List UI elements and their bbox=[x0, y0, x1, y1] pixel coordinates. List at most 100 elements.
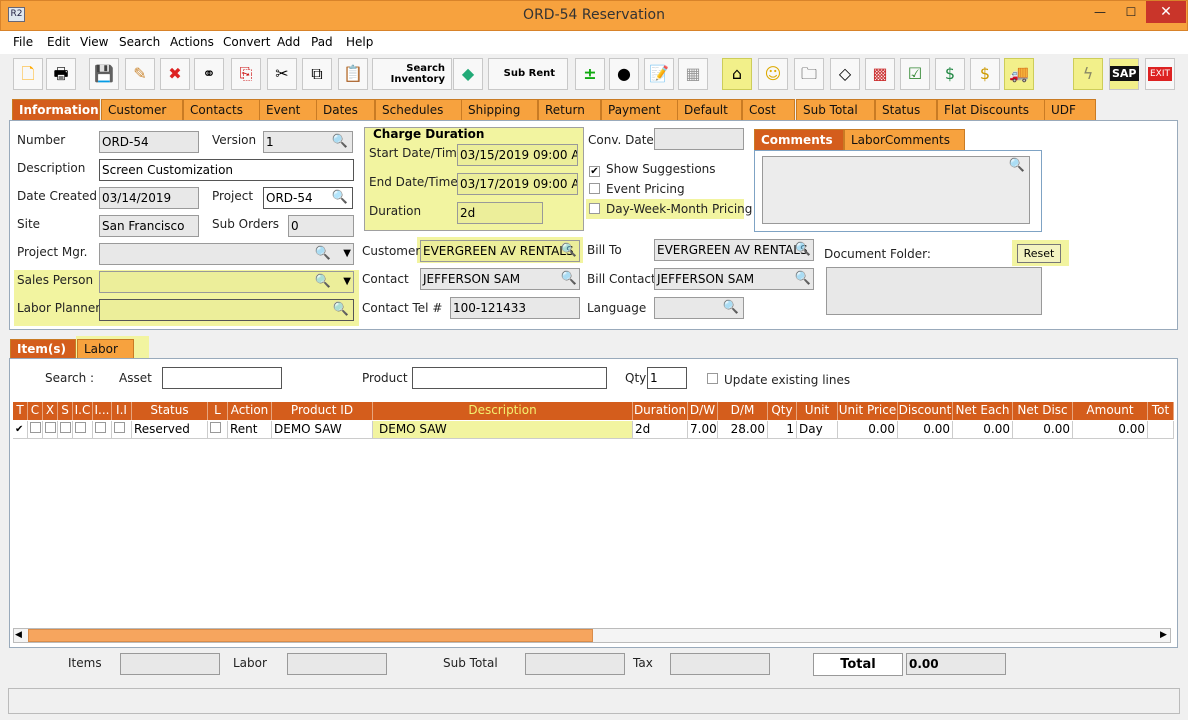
col-t[interactable]: T bbox=[13, 402, 28, 420]
sales-person-field[interactable]: 🔍 ▼ bbox=[99, 271, 354, 293]
tab-default[interactable]: Default bbox=[677, 99, 742, 120]
menu-add[interactable]: Add bbox=[277, 35, 300, 49]
close-button[interactable]: ✕ bbox=[1146, 1, 1186, 23]
row-i2-checkbox[interactable] bbox=[93, 421, 112, 439]
col-description[interactable]: Description bbox=[373, 402, 633, 420]
menu-pad[interactable]: Pad bbox=[311, 35, 333, 49]
search-icon[interactable]: 🔍 bbox=[333, 300, 349, 320]
form-edit-icon[interactable]: ☑ bbox=[900, 58, 930, 90]
col-duration[interactable]: Duration bbox=[633, 402, 688, 420]
exit-button[interactable]: EXIT bbox=[1145, 58, 1175, 90]
row-l-checkbox[interactable] bbox=[208, 421, 228, 439]
row-s-checkbox[interactable] bbox=[58, 421, 73, 439]
row-ic-checkbox[interactable] bbox=[73, 421, 93, 439]
labor-planner-field[interactable]: 🔍 bbox=[99, 299, 354, 321]
search-icon[interactable]: 🔍 bbox=[795, 269, 811, 289]
event-pricing-checkbox[interactable] bbox=[589, 183, 600, 197]
project-mgr-field[interactable]: 🔍 ▼ bbox=[99, 243, 354, 265]
save-icon[interactable]: 💾 bbox=[89, 58, 119, 90]
col-qty[interactable]: Qty bbox=[768, 402, 797, 420]
tab-comments[interactable]: Comments bbox=[754, 129, 844, 150]
row-c-checkbox[interactable] bbox=[28, 421, 43, 439]
row-dm[interactable]: 28.00 bbox=[718, 421, 768, 439]
contact-field[interactable]: JEFFERSON SAM 🔍 bbox=[420, 268, 580, 290]
tab-event[interactable]: Event bbox=[259, 99, 317, 120]
search-icon[interactable]: 🔍 bbox=[795, 240, 811, 260]
row-discount[interactable]: 0.00 bbox=[898, 421, 953, 439]
search-icon[interactable]: 🔍 bbox=[315, 244, 331, 264]
col-action[interactable]: Action bbox=[228, 402, 272, 420]
tab-cost[interactable]: Cost bbox=[742, 99, 795, 120]
col-unit[interactable]: Unit bbox=[797, 402, 838, 420]
tab-udf[interactable]: UDF bbox=[1044, 99, 1096, 120]
labor-field[interactable] bbox=[287, 653, 387, 675]
tab-customer[interactable]: Customer bbox=[101, 99, 183, 120]
col-l[interactable]: L bbox=[208, 402, 228, 420]
duration-field[interactable]: 2d bbox=[457, 202, 543, 224]
sap-button[interactable]: SAP bbox=[1109, 58, 1139, 90]
folder-clock-icon[interactable]: 🗀 bbox=[794, 58, 824, 90]
calendar-icon[interactable]: ▦ bbox=[678, 58, 708, 90]
row-t-checkbox[interactable]: ✔ bbox=[13, 421, 28, 439]
bill-contact-field[interactable]: JEFFERSON SAM 🔍 bbox=[654, 268, 814, 290]
language-field[interactable]: 🔍 bbox=[654, 297, 744, 319]
description-field[interactable]: Screen Customization bbox=[99, 159, 354, 181]
row-ii-checkbox[interactable] bbox=[112, 421, 132, 439]
cut-icon[interactable]: ✂ bbox=[267, 58, 297, 90]
bill-to-field[interactable]: EVERGREEN AV RENTALS 🔍 bbox=[654, 239, 814, 261]
search-icon[interactable]: 🔍 bbox=[1009, 158, 1025, 173]
tax-field[interactable] bbox=[670, 653, 770, 675]
row-net-disc[interactable]: 0.00 bbox=[1013, 421, 1073, 439]
row-dw[interactable]: 7.00 bbox=[688, 421, 718, 439]
search-icon[interactable]: 🔍 bbox=[723, 298, 739, 318]
col-status[interactable]: Status bbox=[132, 402, 208, 420]
tab-flat-discounts[interactable]: Flat Discounts bbox=[937, 99, 1045, 120]
eraser-icon[interactable]: ◇ bbox=[830, 58, 860, 90]
tab-schedules[interactable]: Schedules bbox=[375, 99, 462, 120]
truck-icon[interactable]: 🚚 bbox=[1004, 58, 1034, 90]
menu-search[interactable]: Search bbox=[119, 35, 160, 49]
paste-icon[interactable]: 📋 bbox=[338, 58, 368, 90]
chevron-down-icon[interactable]: ▼ bbox=[343, 244, 351, 264]
tab-status[interactable]: Status bbox=[875, 99, 937, 120]
search-icon[interactable]: 🔍 bbox=[315, 272, 331, 292]
notepad-icon[interactable]: 📝 bbox=[644, 58, 674, 90]
new-document-icon[interactable]: 🗋 bbox=[13, 58, 43, 90]
row-amount[interactable]: 0.00 bbox=[1073, 421, 1148, 439]
menu-actions[interactable]: Actions bbox=[170, 35, 214, 49]
row-total[interactable] bbox=[1148, 421, 1174, 439]
print-icon[interactable]: 🖶 bbox=[46, 58, 76, 90]
row-product-id[interactable]: DEMO SAW bbox=[272, 421, 373, 439]
col-total[interactable]: Tot bbox=[1148, 402, 1174, 420]
menu-edit[interactable]: Edit bbox=[47, 35, 70, 49]
menu-convert[interactable]: Convert bbox=[223, 35, 270, 49]
col-net-disc[interactable]: Net Disc bbox=[1013, 402, 1073, 420]
total-field[interactable]: 0.00 bbox=[906, 653, 1006, 675]
conv-date-field[interactable] bbox=[654, 128, 744, 150]
row-duration[interactable]: 2d bbox=[633, 421, 688, 439]
col-x[interactable]: X bbox=[43, 402, 58, 420]
row-action[interactable]: Rent bbox=[228, 421, 272, 439]
dwm-pricing-checkbox[interactable] bbox=[589, 203, 600, 217]
tab-labor-comments[interactable]: LaborComments bbox=[844, 129, 965, 150]
col-amount[interactable]: Amount bbox=[1073, 402, 1148, 420]
search-inventory-button[interactable]: Search Inventory bbox=[372, 58, 452, 90]
scroll-left-icon[interactable]: ◀ bbox=[15, 630, 22, 640]
shapes-icon[interactable]: ◆ bbox=[453, 58, 483, 90]
binoculars-icon[interactable]: ⚭ bbox=[194, 58, 224, 90]
col-s[interactable]: S bbox=[58, 402, 73, 420]
cubes-icon[interactable]: ▩ bbox=[865, 58, 895, 90]
scroll-right-icon[interactable]: ▶ bbox=[1160, 630, 1167, 640]
menu-view[interactable]: View bbox=[80, 35, 108, 49]
menu-file[interactable]: File bbox=[13, 35, 33, 49]
dollar-arrow-icon[interactable]: $ bbox=[935, 58, 965, 90]
document-arrow-icon[interactable]: ⎘ bbox=[231, 58, 261, 90]
row-unit-price[interactable]: 0.00 bbox=[838, 421, 898, 439]
col-ic[interactable]: I.C bbox=[73, 402, 93, 420]
sub-orders-field[interactable]: 0 bbox=[288, 215, 354, 237]
row-net-each[interactable]: 0.00 bbox=[953, 421, 1013, 439]
edit-pencil-icon[interactable]: ✎ bbox=[125, 58, 155, 90]
tab-shipping[interactable]: Shipping bbox=[461, 99, 538, 120]
row-x-checkbox[interactable] bbox=[43, 421, 58, 439]
copy-icon[interactable]: ⧉ bbox=[302, 58, 332, 90]
